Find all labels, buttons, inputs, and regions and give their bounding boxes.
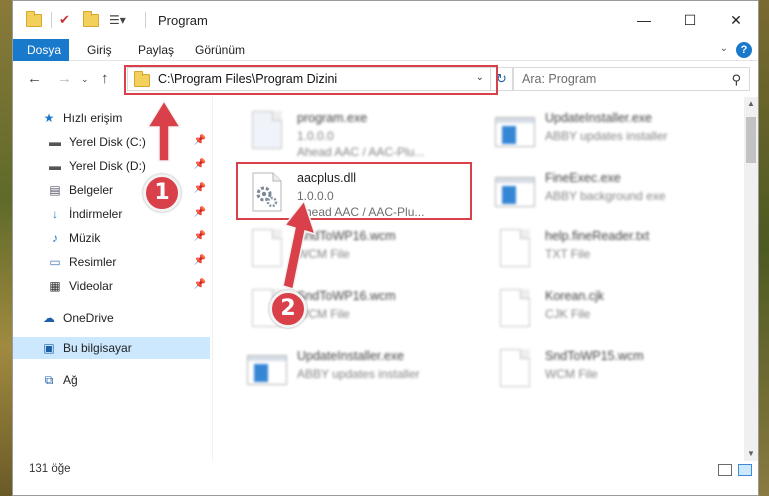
explorer-window: ✔ ☰▾ Program — ☐ ✕ Dosya Giriş Paylaş Gö… <box>12 0 759 496</box>
step-badge-1: 1 <box>143 174 181 212</box>
annotation-arrows <box>146 99 317 290</box>
arrow-2 <box>282 199 317 290</box>
step-badge-2: 2 <box>269 290 307 328</box>
arrow-1 <box>146 99 182 162</box>
